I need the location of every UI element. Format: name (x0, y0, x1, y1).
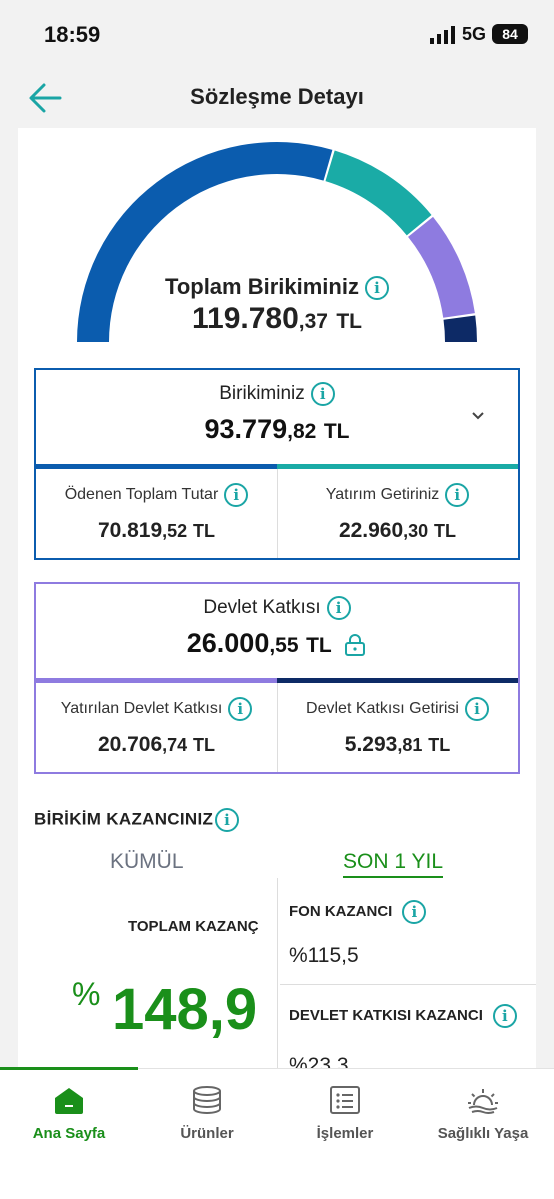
state-return-main: 5.293 (344, 733, 398, 756)
total-earnings-label: TOPLAM KAZANÇ (128, 918, 259, 935)
info-icon[interactable]: i (326, 596, 351, 620)
state-return-currency: TL (428, 735, 451, 755)
tab-cumulative[interactable]: KÜMÜL (110, 850, 184, 874)
total-value-cents: ,37 (298, 310, 328, 333)
state-invested-currency: TL (193, 735, 216, 755)
fund-earnings-label-text: FON KAZANCI (289, 902, 393, 920)
fund-earnings-label: FON KAZANCI i (289, 900, 427, 924)
total-earnings-percent-sign: % (72, 976, 101, 1012)
return-value-main: 22.960 (338, 519, 404, 542)
tab-home-label: Ana Sayfa (32, 1125, 106, 1142)
info-icon[interactable]: i (215, 808, 240, 832)
paid-currency: TL (193, 521, 216, 541)
savings-label: Birikiminiz (219, 383, 305, 405)
active-tab-indicator (0, 1067, 138, 1070)
savings-value-main: 93.779 (204, 414, 288, 444)
tab-healthy-living-label: Sağlıklı Yaşa (437, 1125, 529, 1142)
tab-products-label: Ürünler (180, 1125, 234, 1142)
tab-last-year[interactable]: SON 1 YIL (343, 850, 443, 878)
tab-healthy-living[interactable]: Sağlıklı Yaşa (414, 1085, 552, 1142)
state-earnings-value: %23,3 (289, 1054, 349, 1068)
paid-total-label: Ödenen Toplam Tutar (64, 486, 219, 504)
total-currency: TL (336, 310, 362, 333)
state-return-label: Devlet Katkısı Getirisi (306, 700, 459, 718)
state-invested-cell: Yatırılan Devlet Katkısı i 20.706,74 TL (36, 683, 277, 772)
info-icon[interactable]: i (464, 697, 489, 721)
total-savings-value: 119.780,37 TL (18, 302, 536, 336)
contract-card: Toplam Birikiminiz i 119.780,37 TL Biriki… (18, 128, 536, 1068)
state-earnings-label: DEVLET KATKISI KAZANCI i (289, 1004, 517, 1028)
total-savings-label-text: Toplam Birikiminiz (165, 274, 359, 299)
info-icon[interactable]: i (310, 382, 335, 406)
earnings-title: BİRİKİM KAZANCINIZ i (34, 808, 240, 832)
list-icon (330, 1086, 360, 1114)
state-contribution-label: Devlet Katkısı (203, 597, 321, 619)
state-invested-cents: ,74 (162, 735, 188, 755)
status-bar: 18:59 5G 84 (0, 0, 554, 70)
page-title: Sözleşme Detayı (190, 84, 364, 109)
savings-value-cents: ,82 (287, 420, 317, 443)
info-icon[interactable]: i (228, 697, 253, 721)
fund-earnings-value: %115,5 (289, 944, 359, 967)
savings-currency: TL (323, 420, 350, 443)
return-value-cents: ,30 (403, 521, 429, 541)
state-invested-label: Yatırılan Devlet Katkısı (60, 700, 223, 718)
sunrise-icon (468, 1089, 498, 1114)
network-label: 5G (462, 24, 487, 44)
state-invested-main: 20.706 (97, 733, 163, 756)
state-contribution-header: Devlet Katkısı i 26.000,55 TL (36, 584, 518, 680)
state-return-cents: ,81 (397, 735, 423, 755)
savings-box: Birikiminiz i 93.779,82 TL Ödenen Toplam … (34, 368, 520, 560)
state-value-cents: ,55 (269, 634, 299, 657)
info-icon[interactable]: i (402, 900, 427, 924)
info-icon[interactable]: i (445, 483, 470, 507)
paid-value-main: 70.819 (97, 519, 163, 542)
chevron-down-icon[interactable] (468, 406, 488, 426)
paid-value-cents: ,52 (162, 521, 188, 541)
state-currency: TL (306, 634, 332, 657)
info-icon[interactable]: i (224, 483, 249, 507)
tab-transactions[interactable]: İşlemler (276, 1085, 414, 1142)
state-value-main: 26.000 (186, 628, 270, 658)
status-time: 18:59 (44, 22, 101, 47)
total-earnings-value: 148,9 (112, 977, 258, 1042)
paid-total-cell: Ödenen Toplam Tutar i 70.819,52 TL (36, 469, 277, 558)
state-contribution-box: Devlet Katkısı i 26.000,55 TL Yatırılan D… (34, 582, 520, 774)
home-icon (55, 1088, 83, 1114)
savings-header[interactable]: Birikiminiz i 93.779,82 TL (36, 370, 518, 466)
gauge-segment (325, 150, 432, 236)
tab-products[interactable]: Ürünler (138, 1085, 276, 1142)
investment-return-cell: Yatırım Getiriniz i 22.960,30 TL (277, 469, 518, 558)
total-savings-label: Toplam Birikiminiz i (18, 274, 536, 301)
total-value-main: 119.780 (192, 302, 299, 335)
tab-home[interactable]: Ana Sayfa (0, 1085, 138, 1142)
tab-transactions-label: İşlemler (316, 1125, 374, 1142)
investment-return-label: Yatırım Getiriniz (325, 486, 440, 504)
nav-bar: Sözleşme Detayı (0, 70, 554, 128)
battery-icon: 84 (492, 24, 528, 44)
lock-icon[interactable] (343, 633, 367, 657)
info-icon[interactable]: i (492, 1004, 517, 1028)
signal-icon (430, 26, 455, 44)
database-icon (193, 1086, 221, 1114)
info-icon[interactable]: i (364, 276, 389, 301)
bottom-tab-bar: Ana Sayfa Ürünler İşlemler Sağlıklı Yaşa (0, 1067, 554, 1199)
divider (277, 878, 278, 1068)
return-currency: TL (434, 521, 457, 541)
divider (280, 984, 536, 985)
state-earnings-label-text: DEVLET KATKISI KAZANCI (289, 1006, 483, 1024)
earnings-title-text: BİRİKİM KAZANCINIZ (34, 809, 214, 829)
state-return-cell: Devlet Katkısı Getirisi i 5.293,81 TL (277, 683, 518, 772)
